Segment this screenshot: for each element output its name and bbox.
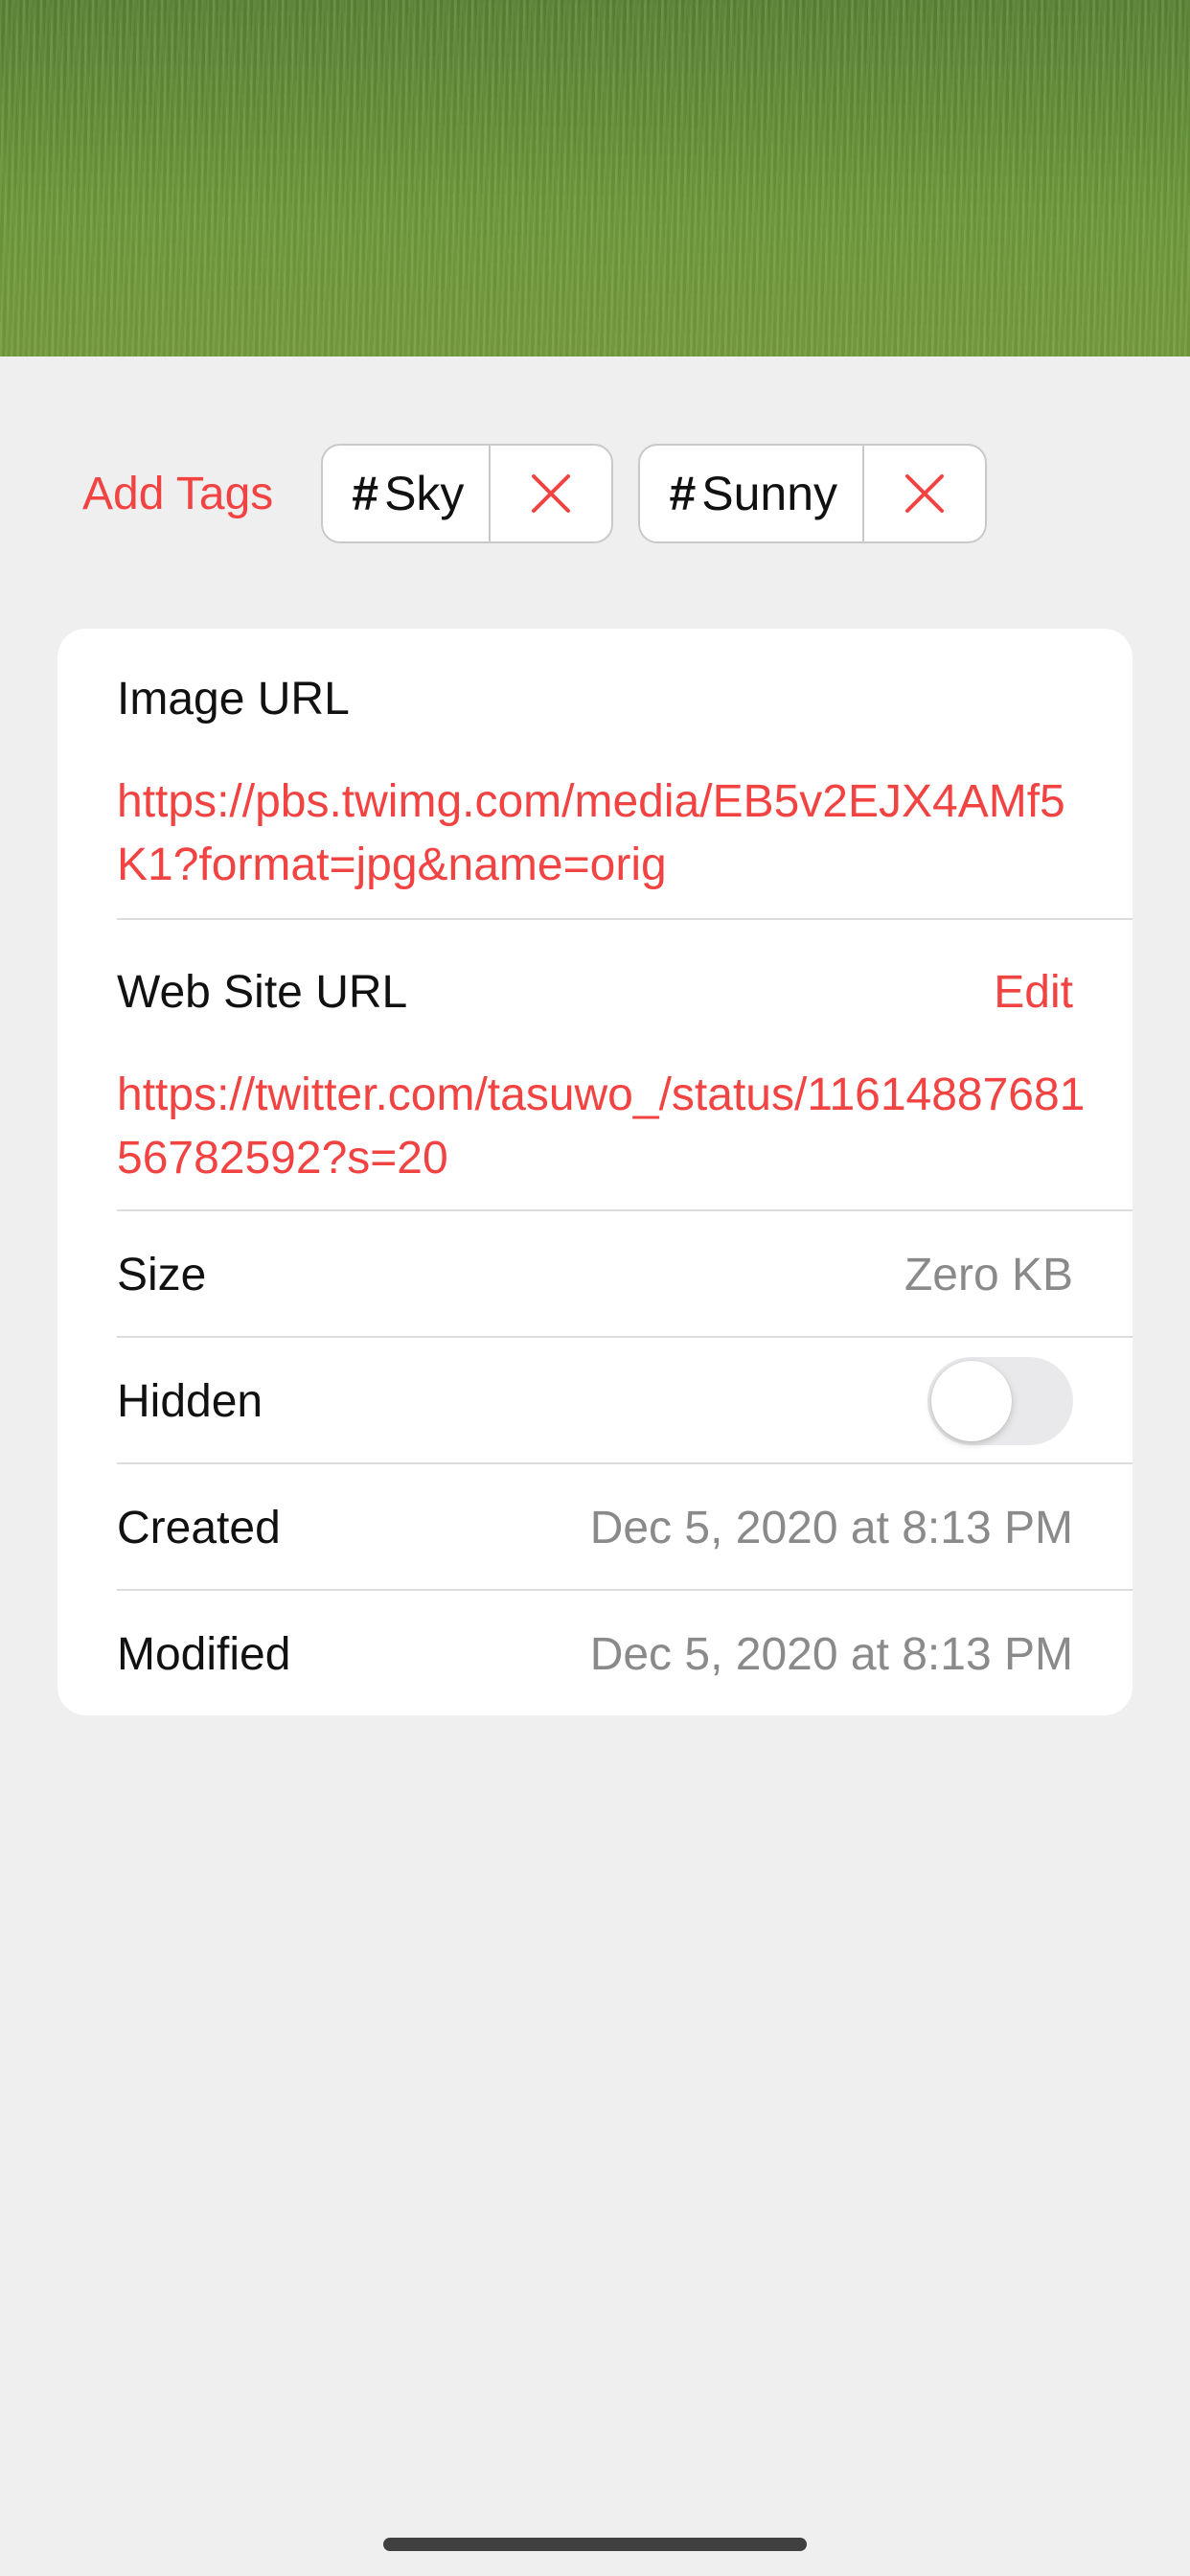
- size-value: Zero KB: [904, 1249, 1073, 1300]
- modified-row: Modified Dec 5, 2020 at 8:13 PM: [57, 1591, 1133, 1715]
- hidden-toggle[interactable]: [927, 1357, 1073, 1445]
- image-url-label: Image URL: [117, 674, 350, 724]
- edit-url-button[interactable]: Edit: [994, 966, 1073, 1019]
- image-url-section: Image URL https://pbs.twimg.com/media/EB…: [57, 629, 1133, 920]
- tag-label-sky[interactable]: # Sky: [323, 446, 492, 541]
- tag-remove-button-sunny[interactable]: [864, 446, 985, 541]
- tag-name: Sunny: [701, 467, 838, 520]
- clip-image: [0, 0, 1190, 356]
- tag-chip-sky: # Sky: [321, 444, 614, 543]
- tag-label-sunny[interactable]: # Sunny: [640, 446, 865, 541]
- size-row: Size Zero KB: [57, 1211, 1133, 1338]
- image-url-link[interactable]: https://pbs.twimg.com/media/EB5v2EJX4AMf…: [117, 770, 1094, 897]
- tag-hash: #: [669, 467, 697, 520]
- toggle-knob: [931, 1361, 1012, 1441]
- size-label: Size: [117, 1249, 207, 1300]
- hidden-row: Hidden: [57, 1338, 1133, 1464]
- tag-name: Sky: [384, 467, 465, 520]
- created-value: Dec 5, 2020 at 8:13 PM: [589, 1502, 1073, 1553]
- hidden-label: Hidden: [117, 1375, 263, 1427]
- created-label: Created: [117, 1502, 281, 1553]
- tag-hash: #: [352, 467, 379, 520]
- modified-label: Modified: [117, 1628, 291, 1680]
- web-site-url-link[interactable]: https://twitter.com/tasuwo_/status/11614…: [117, 1064, 1094, 1190]
- close-icon: [532, 474, 571, 513]
- web-site-url-label: Web Site URL: [117, 967, 408, 1018]
- tag-chip-sunny: # Sunny: [638, 444, 988, 543]
- details-card: Image URL https://pbs.twimg.com/media/EB…: [57, 629, 1133, 1715]
- web-site-url-section: Web Site URL Edit https://twitter.com/ta…: [57, 920, 1133, 1211]
- tag-remove-button-sky[interactable]: [491, 446, 611, 541]
- home-indicator[interactable]: [383, 2538, 807, 2551]
- tags-row: Add Tags # Sky # Sunny: [82, 443, 1012, 544]
- created-row: Created Dec 5, 2020 at 8:13 PM: [57, 1464, 1133, 1591]
- modified-value: Dec 5, 2020 at 8:13 PM: [589, 1628, 1073, 1680]
- close-icon: [905, 474, 945, 513]
- add-tags-button[interactable]: Add Tags: [82, 468, 273, 520]
